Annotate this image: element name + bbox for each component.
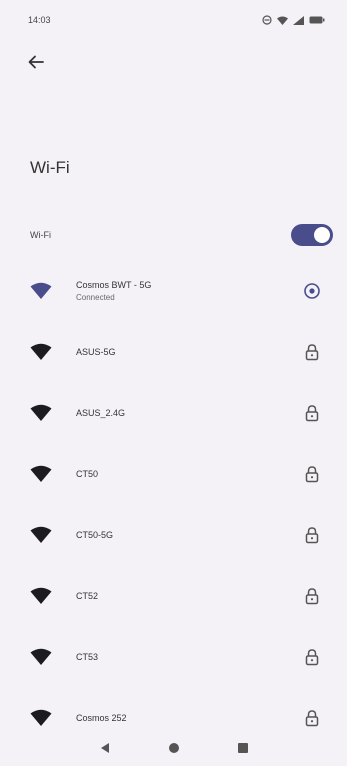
network-text: CT53 [76,652,301,662]
network-row[interactable]: Cosmos BWT - 5G Connected [0,260,347,321]
network-name: CT50 [76,468,99,479]
network-name: ASUS-5G [76,346,116,357]
network-text: ASUS-5G [76,347,301,357]
network-text: Cosmos 252 [76,713,301,723]
lock-icon [305,404,319,421]
network-text: CT50-5G [76,530,301,540]
network-name: CT53 [76,651,99,662]
lock-icon [305,343,319,360]
page-title: Wi-Fi [30,158,70,177]
toggle-thumb [314,227,330,243]
network-list: Cosmos BWT - 5G Connected ASUS-5G ASUS_2… [0,260,347,748]
wifi-toggle-switch[interactable] [291,224,333,246]
network-status: Connected [76,292,115,302]
wifi-icon [30,526,52,543]
lock-indicator [301,341,323,363]
do-not-disturb-icon [262,15,272,25]
battery-icon [309,16,325,24]
lock-indicator [301,463,323,485]
network-row[interactable]: ASUS-5G [0,321,347,382]
network-name: Cosmos BWT - 5G [76,279,152,290]
lock-indicator [301,707,323,729]
lock-icon [305,526,319,543]
wifi-status-icon [277,16,288,25]
back-button[interactable] [22,48,50,76]
network-text: CT50 [76,469,301,479]
wifi-icon [30,465,52,482]
wifi-icon [30,404,52,421]
wifi-icon [30,709,52,726]
network-row[interactable]: CT50-5G [0,504,347,565]
wifi-icon [30,343,52,360]
square-recents-icon [237,743,248,753]
lock-indicator [301,585,323,607]
arrow-left-icon [28,55,44,69]
wifi-icon [30,587,52,604]
network-row[interactable]: CT52 [0,565,347,626]
system-nav-bar [0,730,347,766]
network-settings-button[interactable] [301,280,323,302]
signal-icon [293,15,304,25]
status-time: 14:03 [28,15,51,25]
network-name: CT50-5G [76,529,114,540]
lock-indicator [301,524,323,546]
lock-indicator [301,402,323,424]
nav-back-button[interactable] [94,737,116,759]
wifi-toggle-row[interactable]: Wi-Fi [0,218,347,252]
nav-recents-button[interactable] [232,737,254,759]
lock-icon [305,648,319,665]
network-name: ASUS_2.4G [76,407,126,418]
status-bar: 14:03 [0,0,347,40]
wifi-icon [30,648,52,665]
status-icons [262,15,325,25]
network-text: Cosmos BWT - 5G Connected [76,280,301,302]
lock-icon [305,465,319,482]
triangle-back-icon [100,743,109,753]
nav-home-button[interactable] [163,737,185,759]
network-text: ASUS_2.4G [76,408,301,418]
wifi-icon [30,282,52,299]
lock-icon [305,587,319,604]
wifi-toggle-label: Wi-Fi [30,230,51,240]
network-row[interactable]: CT53 [0,626,347,687]
network-name: Cosmos 252 [76,712,127,723]
network-name: CT52 [76,590,99,601]
network-text: CT52 [76,591,301,601]
network-row[interactable]: CT50 [0,443,347,504]
circle-home-icon [168,743,179,753]
lock-icon [305,709,319,726]
network-row[interactable]: ASUS_2.4G [0,382,347,443]
lock-indicator [301,646,323,668]
settings-gear-icon [304,282,320,299]
